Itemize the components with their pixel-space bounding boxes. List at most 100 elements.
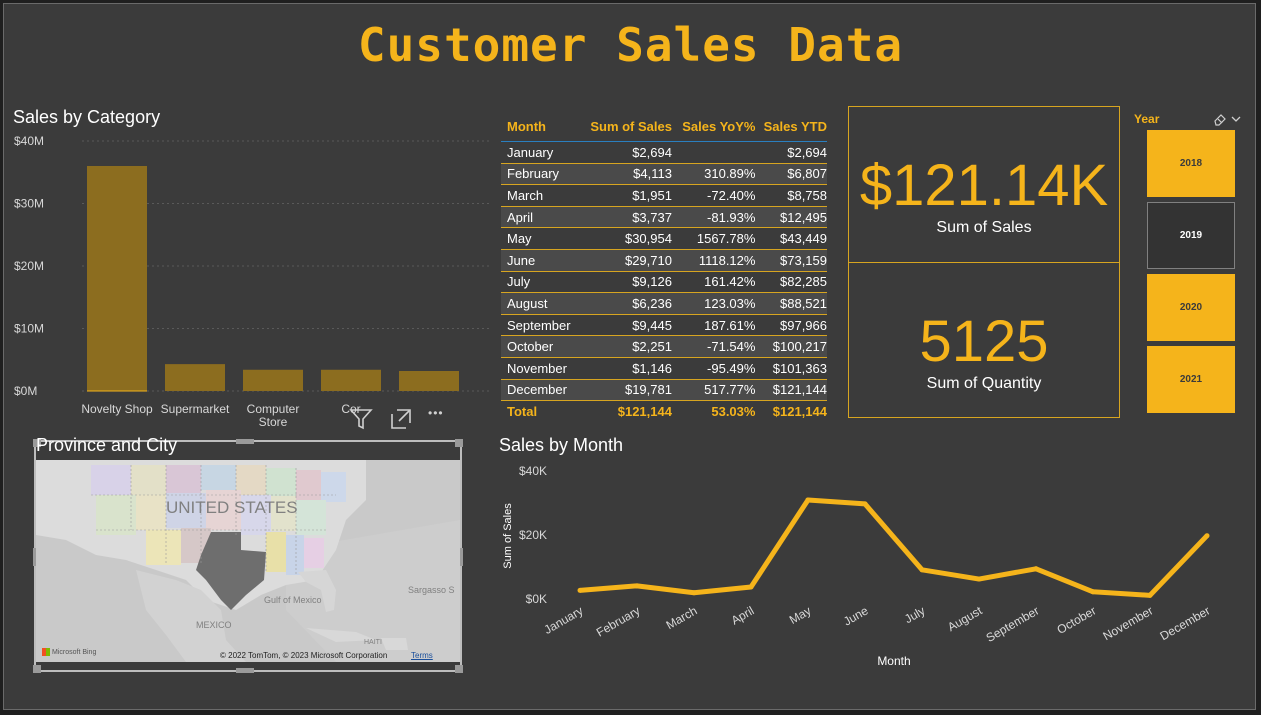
cell-month: April (507, 209, 534, 225)
x-axis-title: Month (877, 654, 910, 668)
sum-of-quantity-value: 5125 (919, 309, 1049, 374)
focus-mode-icon[interactable] (388, 406, 414, 432)
cell-month: October (507, 339, 554, 355)
sales-table[interactable]: Month Sum of Sales Sales YoY% Sales YTD … (501, 112, 827, 423)
cell-sales-ytd: $100,217 (772, 339, 827, 355)
cell-sum-of-sales: $9,126 (632, 274, 672, 290)
x-tick-label: October (1055, 603, 1099, 636)
cell-month: May (507, 231, 532, 247)
map-area[interactable]: UNITED STATES Gulf of Mexico MEXICO Sarg… (36, 460, 460, 662)
table-row[interactable]: February $4,113 310.89% $6,807 (501, 163, 827, 186)
map-label-haiti: HAITI (364, 639, 382, 646)
chevron-down-icon[interactable] (1230, 112, 1242, 124)
cell-month: November (507, 360, 567, 376)
terms-link[interactable]: Terms (411, 651, 433, 660)
bar[interactable] (321, 369, 381, 391)
cell-sum-of-sales: $3,737 (632, 209, 672, 225)
cell-sales-ytd: $2,694 (787, 144, 827, 160)
line-point[interactable] (1033, 566, 1039, 572)
year-tile-2021[interactable]: 2021 (1147, 346, 1235, 413)
cell-sum-of-sales: $19,781 (624, 382, 672, 398)
filter-icon[interactable] (348, 406, 374, 432)
line-point[interactable] (1147, 592, 1153, 598)
map-attribution: © 2022 TomTom, © 2023 Microsoft Corporat… (220, 651, 388, 660)
x-tick-label: Store (259, 415, 288, 429)
table-row[interactable]: March $1,951 -72.40% $8,758 (501, 185, 827, 207)
more-options-icon[interactable]: ••• (428, 406, 444, 420)
sum-of-sales-label: Sum of Sales (936, 219, 1032, 236)
cell-sales-ytd: $101,363 (772, 360, 827, 376)
table-row[interactable]: September $9,445 187.61% $97,966 (501, 315, 827, 337)
y-tick-label: $20M (14, 259, 44, 273)
map-label-country: UNITED STATES (166, 498, 298, 517)
x-tick-label: January (542, 603, 586, 636)
sales-line[interactable] (579, 497, 1209, 598)
column-header-month[interactable]: Month (501, 119, 585, 134)
line-point[interactable] (862, 501, 868, 507)
table-row[interactable]: October $2,251 -71.54% $100,217 (501, 336, 827, 358)
cell-month: March (507, 187, 544, 203)
resize-handle[interactable] (236, 668, 254, 673)
line-point[interactable] (691, 590, 697, 596)
x-tick-label: Computer (247, 402, 300, 416)
line-point[interactable] (748, 584, 754, 590)
sales-by-month-line-chart[interactable]: $0K $20K $40K January February March April May J… (484, 456, 1244, 681)
line-point[interactable] (577, 587, 583, 593)
year-tile-2018[interactable]: 2018 (1147, 130, 1235, 197)
sum-of-sales-value: $121.14K (859, 153, 1109, 218)
table-row[interactable]: August $6,236 123.03% $88,521 (501, 293, 827, 315)
eraser-icon[interactable] (1213, 112, 1227, 126)
y-axis-title: Sum of Sales (502, 503, 514, 569)
table-row[interactable]: May $30,954 1567.78% $43,449 (501, 228, 827, 250)
map-label-gulf: Gulf of Mexico (264, 595, 322, 605)
cell-sales-yoy: 310.89% (704, 166, 756, 182)
column-header-sales-ytd[interactable]: Sales YTD (755, 119, 827, 134)
y-tick-label: $0M (14, 384, 37, 398)
column-header-sum-of-sales[interactable]: Sum of Sales (585, 119, 672, 134)
cell-sales-yoy: -95.49% (707, 360, 756, 376)
map-title: Province and City (36, 435, 178, 455)
resize-handle[interactable] (236, 439, 254, 444)
sum-of-quantity-card[interactable]: 5125 Sum of Quantity (848, 262, 1120, 418)
cell-sales-yoy: 1118.12% (698, 252, 756, 268)
line-point[interactable] (805, 497, 811, 503)
sum-of-sales-card[interactable]: $121.14K Sum of Sales (848, 106, 1120, 263)
x-tick-label: March (664, 603, 700, 632)
resize-handle[interactable] (455, 439, 463, 447)
line-point[interactable] (634, 583, 640, 589)
line-point[interactable] (1090, 589, 1096, 595)
cell-sales-ytd: $82,285 (780, 274, 827, 290)
page-title: Customer Sales Data (357, 18, 904, 72)
bar[interactable] (399, 371, 459, 391)
cell-sales-ytd: $43,449 (780, 231, 827, 247)
line-point[interactable] (919, 567, 925, 573)
table-row[interactable]: June $29,710 1118.12% $73,159 (501, 249, 827, 272)
column-header-sales-yoy[interactable]: Sales YoY% (672, 119, 755, 134)
table-row[interactable]: July $9,126 161.42% $82,285 (501, 272, 827, 294)
table-row[interactable]: December $19,781 517.77% $121,144 (501, 379, 827, 402)
y-tick-label: $0K (526, 592, 547, 606)
year-tile-2020[interactable]: 2020 (1147, 274, 1235, 341)
category-bar-chart[interactable]: $0M $10M $20M $30M $40M Novelty Shop Supermark… (4, 129, 494, 434)
line-point[interactable] (976, 576, 982, 582)
bar[interactable] (165, 364, 225, 391)
bar[interactable] (87, 166, 147, 391)
map-image[interactable]: UNITED STATES Gulf of Mexico MEXICO Sarg… (36, 460, 460, 662)
line-point[interactable] (1204, 533, 1210, 539)
resize-handle[interactable] (455, 665, 463, 673)
y-tick-label: $30M (14, 197, 44, 211)
x-tick-label: July (902, 603, 927, 626)
bar[interactable] (243, 369, 303, 391)
map-label-sargasso: Sargasso S (408, 585, 455, 595)
year-tile-2019[interactable]: 2019 (1147, 202, 1235, 269)
cell-sales-yoy: 161.42% (704, 274, 756, 290)
x-tick-label: August (945, 603, 985, 634)
table-row[interactable]: January $2,694 $2,694 (501, 142, 827, 164)
cell-sum-of-sales: $30,954 (624, 231, 672, 247)
resize-handle[interactable] (33, 665, 41, 673)
cell-sales-yoy: -81.93% (707, 209, 756, 225)
table-row[interactable]: April $3,737 -81.93% $12,495 (501, 206, 827, 229)
map-label-mexico: MEXICO (196, 620, 232, 630)
cell-sales-yoy: -71.54% (707, 339, 756, 355)
table-row[interactable]: November $1,146 -95.49% $101,363 (501, 358, 827, 380)
